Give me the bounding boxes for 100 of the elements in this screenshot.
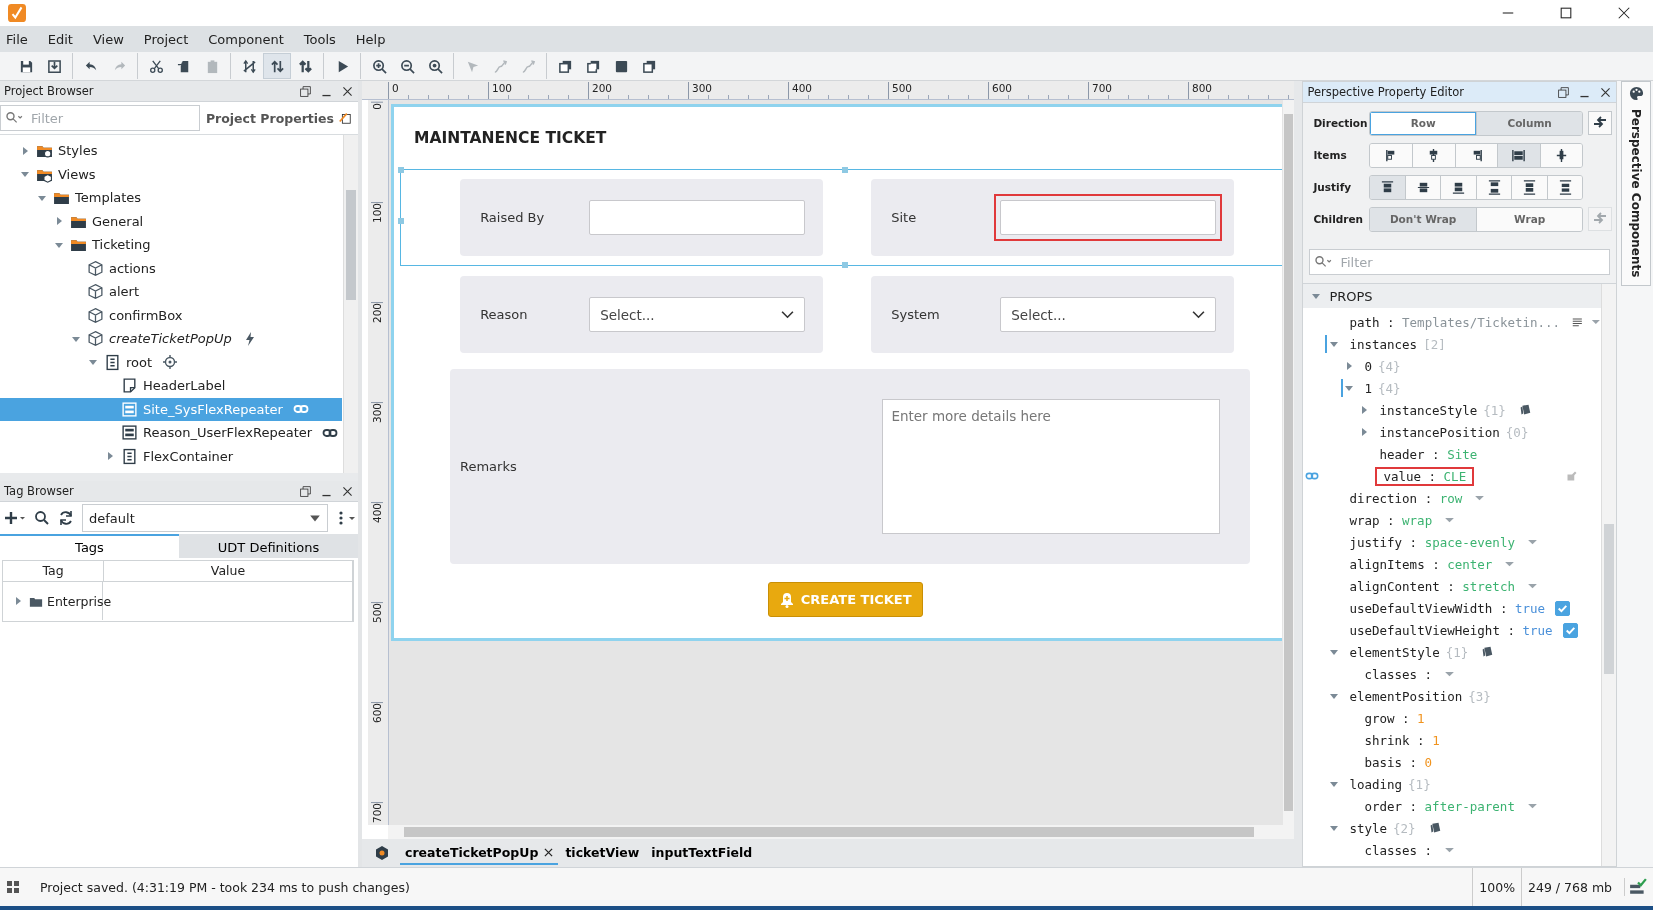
- tree-item[interactable]: Templates: [0, 186, 342, 210]
- tree-item[interactable]: FlexContainer: [0, 444, 342, 468]
- expand-arrow-icon[interactable]: [1329, 779, 1340, 789]
- dropdown-caret-icon[interactable]: [1526, 802, 1538, 810]
- status-check-icon[interactable]: [1624, 878, 1647, 896]
- tag-name[interactable]: Enterprise: [47, 593, 112, 609]
- select-dropdown[interactable]: Select...: [1000, 297, 1217, 332]
- tree-label: Styles: [58, 143, 98, 159]
- menu-item[interactable]: View: [92, 31, 136, 47]
- segment-button[interactable]: [1454, 143, 1498, 167]
- expand-arrow-icon[interactable]: [54, 216, 64, 227]
- tree-item[interactable]: General: [0, 209, 342, 233]
- text-area[interactable]: Enter more details here: [882, 399, 1221, 534]
- close-icon[interactable]: [1599, 85, 1613, 99]
- filter-field[interactable]: Filter: [0, 105, 200, 131]
- view-tab[interactable]: inputTextField: [646, 841, 758, 865]
- dropdown-caret-icon[interactable]: [1526, 538, 1538, 546]
- menu-item[interactable]: Project: [143, 31, 201, 47]
- segment-button[interactable]: Row: [1370, 111, 1476, 135]
- expand-arrow-icon[interactable]: [20, 145, 30, 156]
- column-header[interactable]: Tag: [3, 561, 104, 581]
- section-header[interactable]: PROPS: [1303, 284, 1603, 308]
- grid-icon[interactable]: [6, 880, 20, 894]
- tree-item[interactable]: HeaderLabel: [0, 374, 342, 398]
- checkbox[interactable]: [1555, 600, 1571, 616]
- view-title: MAINTANENCE TICKET: [413, 128, 608, 149]
- restore-icon[interactable]: [299, 84, 312, 98]
- menu-item[interactable]: Help: [355, 31, 398, 47]
- segment-button[interactable]: [1370, 175, 1405, 199]
- segment-button[interactable]: [1404, 175, 1441, 199]
- segment-button[interactable]: Don't Wrap: [1370, 207, 1476, 231]
- segment-button[interactable]: [1546, 175, 1583, 199]
- segment-button[interactable]: [1475, 175, 1512, 199]
- menu-item[interactable]: File: [6, 31, 40, 47]
- tree-item[interactable]: confirmBox: [0, 303, 342, 327]
- segment-button[interactable]: [1511, 175, 1547, 199]
- dropdown-caret-icon[interactable]: [1504, 560, 1516, 568]
- dropdown-caret-icon[interactable]: [1444, 670, 1456, 678]
- side-tab[interactable]: Perspective Components: [1621, 81, 1651, 287]
- project-properties-button[interactable]: Project Properties: [199, 109, 358, 127]
- scrollbar[interactable]: [1601, 284, 1617, 866]
- tree-item[interactable]: actions: [0, 256, 342, 280]
- dropdown-caret-icon[interactable]: [1444, 516, 1456, 524]
- scrollbar[interactable]: [1283, 100, 1295, 825]
- tree-item[interactable]: Styles: [0, 139, 342, 163]
- expand-arrow-icon[interactable]: [1329, 647, 1340, 657]
- restore-icon[interactable]: [299, 484, 312, 498]
- tree-item[interactable]: Reason_UserFlexRepeater: [0, 421, 342, 445]
- menu-item[interactable]: Edit: [47, 31, 85, 47]
- dropdown-caret-icon[interactable]: [1590, 318, 1601, 326]
- expand-arrow-icon[interactable]: [1329, 823, 1340, 833]
- view-tab[interactable]: createTicketPopUp: [400, 841, 559, 865]
- filter-field[interactable]: Filter: [1309, 249, 1611, 275]
- tab[interactable]: Tags: [0, 534, 179, 558]
- close-icon[interactable]: [544, 847, 554, 857]
- tab[interactable]: UDT Definitions: [179, 534, 358, 558]
- dropdown-caret-icon[interactable]: [1474, 494, 1486, 502]
- segment-button[interactable]: Wrap: [1475, 207, 1583, 231]
- menu-item[interactable]: Tools: [303, 31, 348, 47]
- view-tab[interactable]: ticketView: [560, 841, 645, 865]
- swap-button[interactable]: [1588, 111, 1613, 135]
- checkbox[interactable]: [1562, 622, 1578, 638]
- style-icon[interactable]: [1480, 645, 1495, 659]
- list-icon[interactable]: [1572, 316, 1583, 328]
- tree-item[interactable]: alert: [0, 280, 342, 304]
- scrollbar[interactable]: [343, 135, 358, 473]
- expand-arrow-icon[interactable]: [13, 596, 23, 606]
- tree-item[interactable]: Views: [0, 162, 342, 186]
- segment-button[interactable]: [1539, 143, 1583, 167]
- expand-arrow-icon[interactable]: [1329, 339, 1340, 349]
- segment-button[interactable]: [1412, 143, 1455, 167]
- segment-button[interactable]: Column: [1475, 111, 1583, 135]
- close-icon[interactable]: [1617, 6, 1631, 20]
- close-icon[interactable]: [341, 484, 354, 498]
- input-field[interactable]: [1000, 200, 1217, 235]
- toolbar-button[interactable]: [263, 53, 291, 79]
- expand-arrow-icon[interactable]: [1344, 383, 1355, 393]
- expand-arrow-icon[interactable]: [1329, 691, 1340, 701]
- segment-button[interactable]: [1497, 143, 1540, 167]
- add-icon[interactable]: [4, 510, 26, 526]
- tree-item[interactable]: Ticketing: [0, 233, 342, 257]
- menu-item[interactable]: Component: [208, 31, 296, 47]
- maximize-icon[interactable]: [1559, 6, 1573, 20]
- property-value[interactable]: true: [1522, 622, 1553, 638]
- segment-button[interactable]: [1440, 175, 1476, 199]
- tree-item[interactable]: createTicketPopUp: [0, 327, 342, 351]
- provider-dropdown[interactable]: default: [82, 504, 328, 532]
- column-header[interactable]: Value: [104, 561, 352, 581]
- segment-button[interactable]: [1370, 143, 1412, 167]
- scrollbar[interactable]: [388, 825, 1295, 839]
- input-field[interactable]: [589, 200, 806, 235]
- search-icon[interactable]: [34, 510, 50, 526]
- dropdown-caret-icon[interactable]: [1526, 582, 1538, 590]
- restore-icon[interactable]: [1557, 85, 1571, 99]
- select-dropdown[interactable]: Select...: [589, 297, 806, 332]
- dropdown-caret-icon[interactable]: [1444, 846, 1456, 854]
- tree-item[interactable]: root: [0, 350, 342, 374]
- close-icon[interactable]: [341, 84, 354, 98]
- refresh-icon[interactable]: [58, 510, 74, 526]
- expand-arrow-icon[interactable]: [105, 451, 115, 462]
